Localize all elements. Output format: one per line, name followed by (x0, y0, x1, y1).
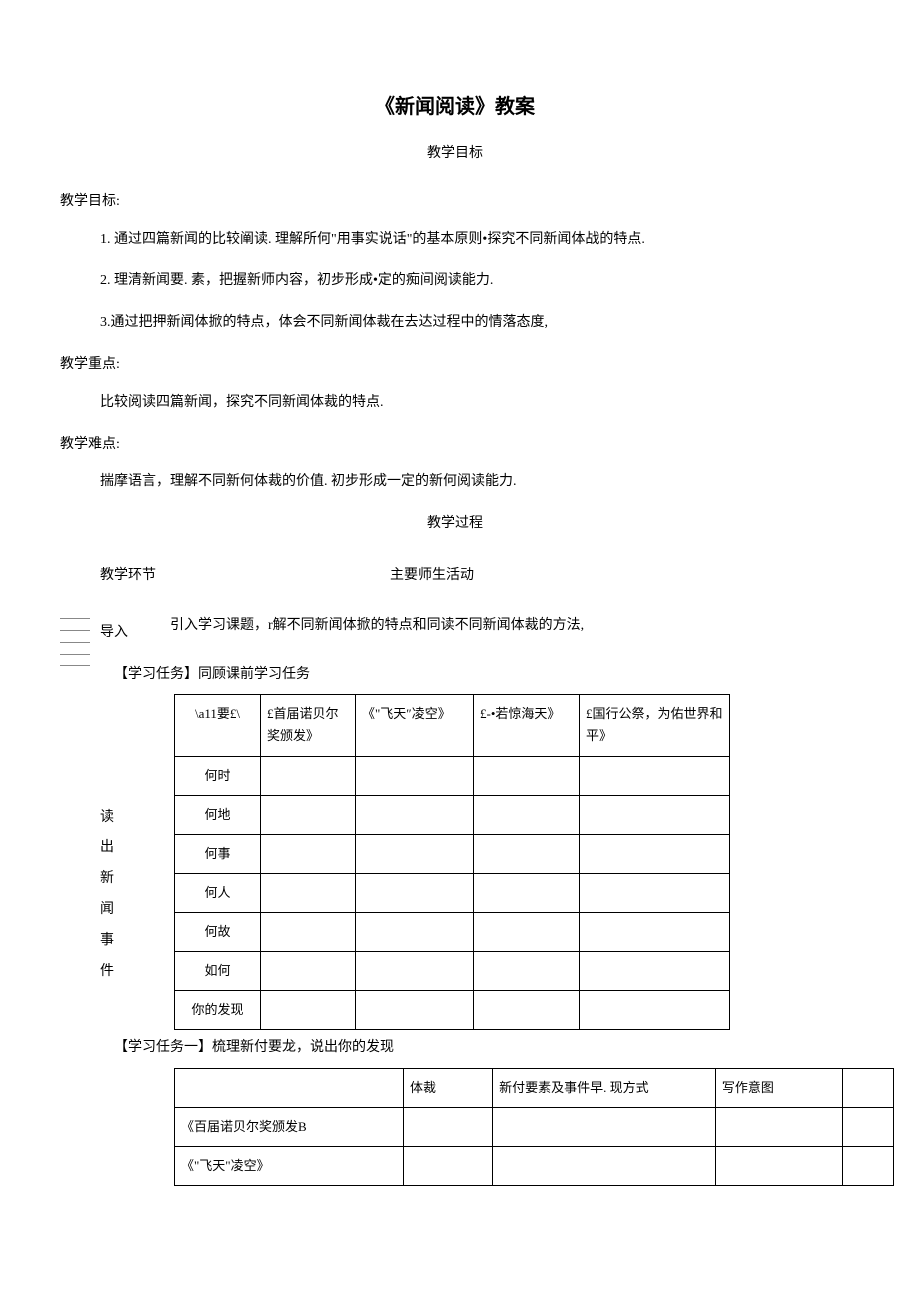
task-label-0: 【学习任务】同顾课前学习任务 (114, 663, 894, 687)
cell (474, 952, 580, 991)
cell (356, 873, 474, 912)
goal-item-3: 3.通过把押新闻体掀的特点，体会不同新闻体裁在去达过程中的情落态度, (100, 311, 850, 335)
cell-header-elements: 新付要素及事件早. 现方式 (493, 1069, 716, 1108)
cell (580, 952, 730, 991)
cell-header-article2: 《"飞天″凌空》 (356, 695, 474, 756)
table-row: 何人 (175, 873, 730, 912)
cell (261, 873, 356, 912)
table-row: 何时 (175, 756, 730, 795)
cell-how: 如何 (175, 952, 261, 991)
cell-where: 何地 (175, 795, 261, 834)
cell-header-article1: £首届诺贝尔奖颁发》 (261, 695, 356, 756)
table-prestudy: \a11要£\ £首届诺贝尔奖颁发》 《"飞天″凌空》 £-•若惊海天》 £国行… (174, 694, 730, 1030)
table-task1: 体裁 新付要素及事件早. 现方式 写作意图 《百届诺贝尔奖颁发B 《"飞天"凌空… (174, 1068, 894, 1186)
cell-discovery: 你的发现 (175, 991, 261, 1030)
focus-item-1: 比较阅读四篇新闻，探究不同新闻体裁的特点. (100, 391, 850, 415)
table-row: 何故 (175, 912, 730, 951)
section-label-read-news: 读出新闻事件 (100, 803, 114, 988)
table-row: 何地 (175, 795, 730, 834)
cell (404, 1147, 493, 1186)
page-title: 《新闻阅读》教案 (60, 90, 850, 124)
intro-text: 引入学习课题，r解不同新闻体掀的特点和同读不同新闻体裁的方法, (170, 614, 850, 638)
column-header-right: 主要师生活动 (190, 564, 850, 588)
table-row: 《百届诺贝尔奖颁发B (175, 1108, 894, 1147)
table-row: 如何 (175, 952, 730, 991)
heading-goals: 教学目标: (60, 190, 850, 214)
table-row: 《"飞天"凌空》 (175, 1147, 894, 1186)
cell (474, 756, 580, 795)
cell (261, 912, 356, 951)
cell (493, 1108, 716, 1147)
cell (843, 1147, 894, 1186)
heading-focus: 教学重点: (60, 353, 850, 377)
cell (261, 795, 356, 834)
cell (356, 991, 474, 1030)
cell (843, 1069, 894, 1108)
cell-header-elements: \a11要£\ (175, 695, 261, 756)
cell (580, 873, 730, 912)
cell-who: 何人 (175, 873, 261, 912)
cell (580, 795, 730, 834)
cell-article1: 《百届诺贝尔奖颁发B (175, 1108, 404, 1147)
cell (474, 834, 580, 873)
column-header-left: 教学环节 (60, 564, 190, 588)
cell (843, 1108, 894, 1147)
cell-why: 何故 (175, 912, 261, 951)
cell (356, 834, 474, 873)
cell (580, 756, 730, 795)
cell (715, 1147, 842, 1186)
cell (474, 873, 580, 912)
cell-what: 何事 (175, 834, 261, 873)
cell (474, 912, 580, 951)
cell (580, 991, 730, 1030)
table-row: 何事 (175, 834, 730, 873)
cell-header-article3: £-•若惊海天》 (474, 695, 580, 756)
cell (715, 1108, 842, 1147)
cell (261, 952, 356, 991)
cell-header-genre: 体裁 (404, 1069, 493, 1108)
difficulty-item-1: 揣摩语言，理解不同新何体裁的价值. 初步形成一定的新何阅读能力. (100, 470, 850, 494)
cell (474, 795, 580, 834)
cell (474, 991, 580, 1030)
cell-header-intent: 写作意图 (715, 1069, 842, 1108)
cell (261, 756, 356, 795)
subtitle-goal: 教学目标 (60, 142, 850, 166)
table-row: \a11要£\ £首届诺贝尔奖颁发》 《"飞天″凌空》 £-•若惊海天》 £国行… (175, 695, 730, 756)
cell (404, 1108, 493, 1147)
heading-process: 教学过程 (60, 512, 850, 536)
cell (175, 1069, 404, 1108)
goal-item-2: 2. 理清新闻要. 素，把握新师内容，初步形成•定的痴间阅读能力. (100, 269, 850, 293)
section-label-intro: 导入 (90, 614, 170, 649)
table-row: 体裁 新付要素及事件早. 现方式 写作意图 (175, 1069, 894, 1108)
cell-header-article4: £国行公祭，为佑世界和平》 (580, 695, 730, 756)
cell (580, 912, 730, 951)
cell-article2: 《"飞天"凌空》 (175, 1147, 404, 1186)
cell (356, 795, 474, 834)
task-label-1: 【学习任务一】梳理新付要龙，说出你的发现 (114, 1036, 894, 1060)
cell (356, 756, 474, 795)
table-row: 你的发现 (175, 991, 730, 1030)
heading-difficulty: 教学难点: (60, 433, 850, 457)
cell (580, 834, 730, 873)
cell-when: 何时 (175, 756, 261, 795)
cell (493, 1147, 716, 1186)
goal-item-1: 1. 通过四篇新闻的比较阐读. 理解所何"用事实说话"的基本原则•探究不同新闻体… (100, 228, 850, 252)
cell (261, 991, 356, 1030)
cell (356, 952, 474, 991)
margin-marks (60, 618, 90, 666)
cell (356, 912, 474, 951)
cell (261, 834, 356, 873)
